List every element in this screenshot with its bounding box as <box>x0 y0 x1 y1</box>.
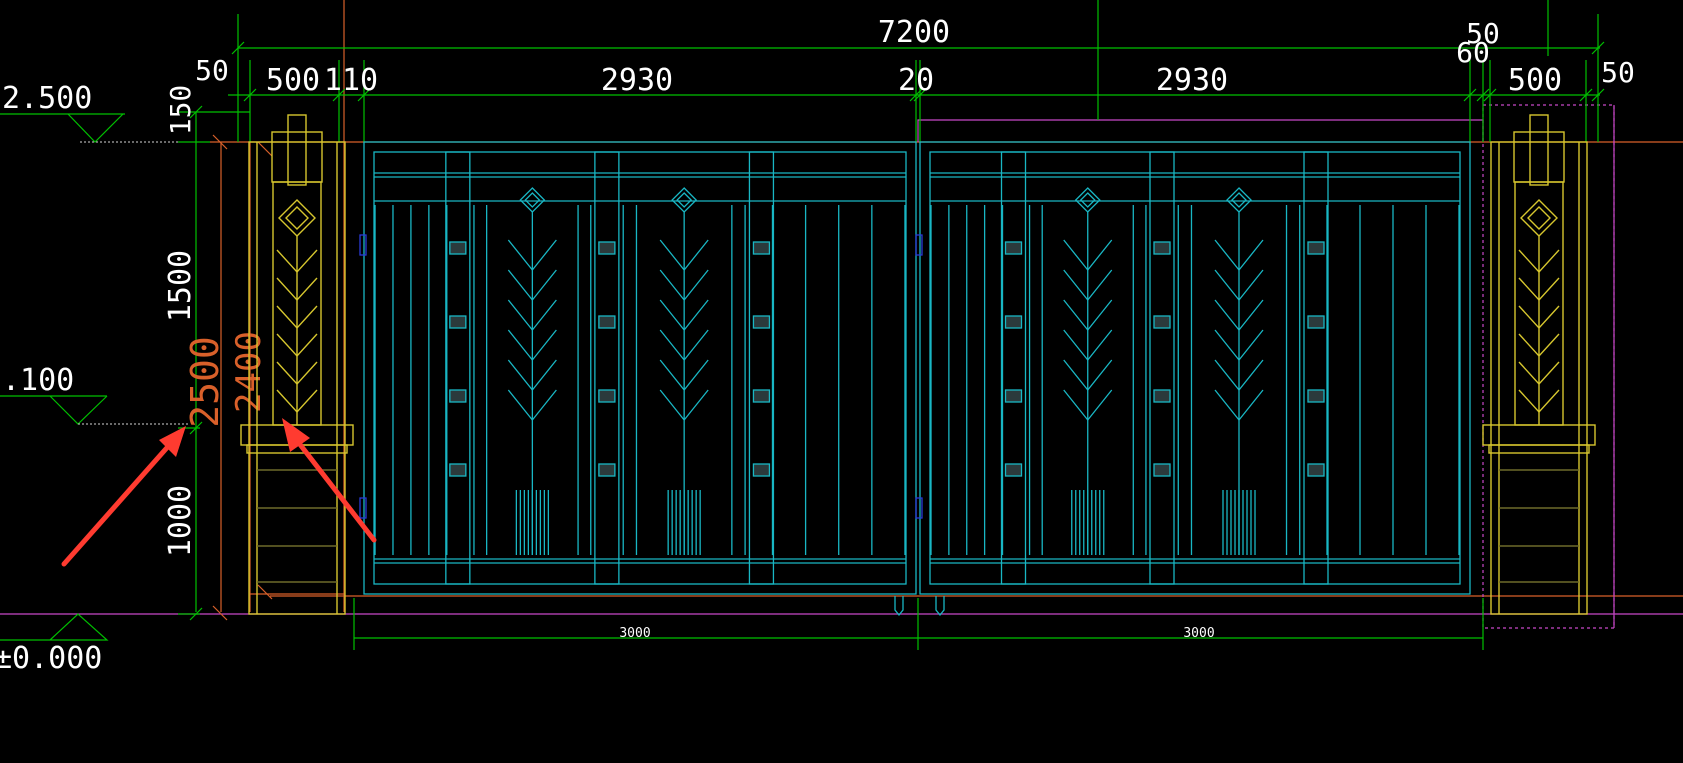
dim-bottom-right-span: 3000 <box>1183 626 1214 641</box>
dim-right-offset: 50 <box>1466 17 1500 50</box>
gate-post-knuckle <box>1153 241 1171 255</box>
gate-post-knuckle <box>598 463 616 477</box>
cad-drawing-canvas: 7200 50 500 110 2930 20 2930 60 50 500 5… <box>0 0 1683 763</box>
dim-cap-height: 150 <box>164 85 197 136</box>
gate-post-knuckle <box>752 315 771 329</box>
gate-post-knuckle <box>752 463 771 477</box>
dim-right-pillar: 500 <box>1508 63 1562 98</box>
gate-post-knuckle <box>1307 389 1325 403</box>
gate-post-knuckle <box>598 389 616 403</box>
elevation-top: 2.500 <box>2 81 92 116</box>
dim-center-gap: 20 <box>898 63 934 98</box>
dim-left-leaf: 2930 <box>601 63 673 98</box>
elevation-mid: .100 <box>2 363 74 398</box>
elevation-ground: ±0.000 <box>0 641 102 676</box>
dim-upper-height: 1500 <box>163 250 198 322</box>
dim-right-edge: 50 <box>1601 56 1635 89</box>
gate-post-knuckle <box>449 315 467 329</box>
dim-overall-height: 2500 <box>183 336 227 428</box>
gate-post-knuckle <box>1153 463 1171 477</box>
gate-post-knuckle <box>1153 315 1171 329</box>
gate-post-knuckle <box>1307 315 1325 329</box>
gate-post-knuckle <box>1307 463 1325 477</box>
dim-left-offset: 50 <box>195 54 229 87</box>
gate-post-knuckle <box>449 241 467 255</box>
dim-bottom-left-span: 3000 <box>619 626 650 641</box>
gate-post-knuckle <box>1004 389 1023 403</box>
gate-post-knuckle <box>449 463 467 477</box>
gate-post-knuckle <box>1153 389 1171 403</box>
dim-left-gap: 110 <box>324 63 378 98</box>
gate-post-knuckle <box>752 389 771 403</box>
gate-post-knuckle <box>598 241 616 255</box>
dim-left-pillar: 500 <box>266 63 320 98</box>
gate-post-knuckle <box>598 315 616 329</box>
dim-right-leaf: 2930 <box>1156 63 1228 98</box>
gate-post-knuckle <box>1307 241 1325 255</box>
dim-overall-width: 7200 <box>878 15 950 50</box>
gate-post-knuckle <box>1004 463 1023 477</box>
gate-post-knuckle <box>752 241 771 255</box>
gate-post-knuckle <box>1004 315 1023 329</box>
dim-lower-height: 1000 <box>163 485 198 557</box>
gate-post-knuckle <box>1004 241 1023 255</box>
gate-post-knuckle <box>449 389 467 403</box>
